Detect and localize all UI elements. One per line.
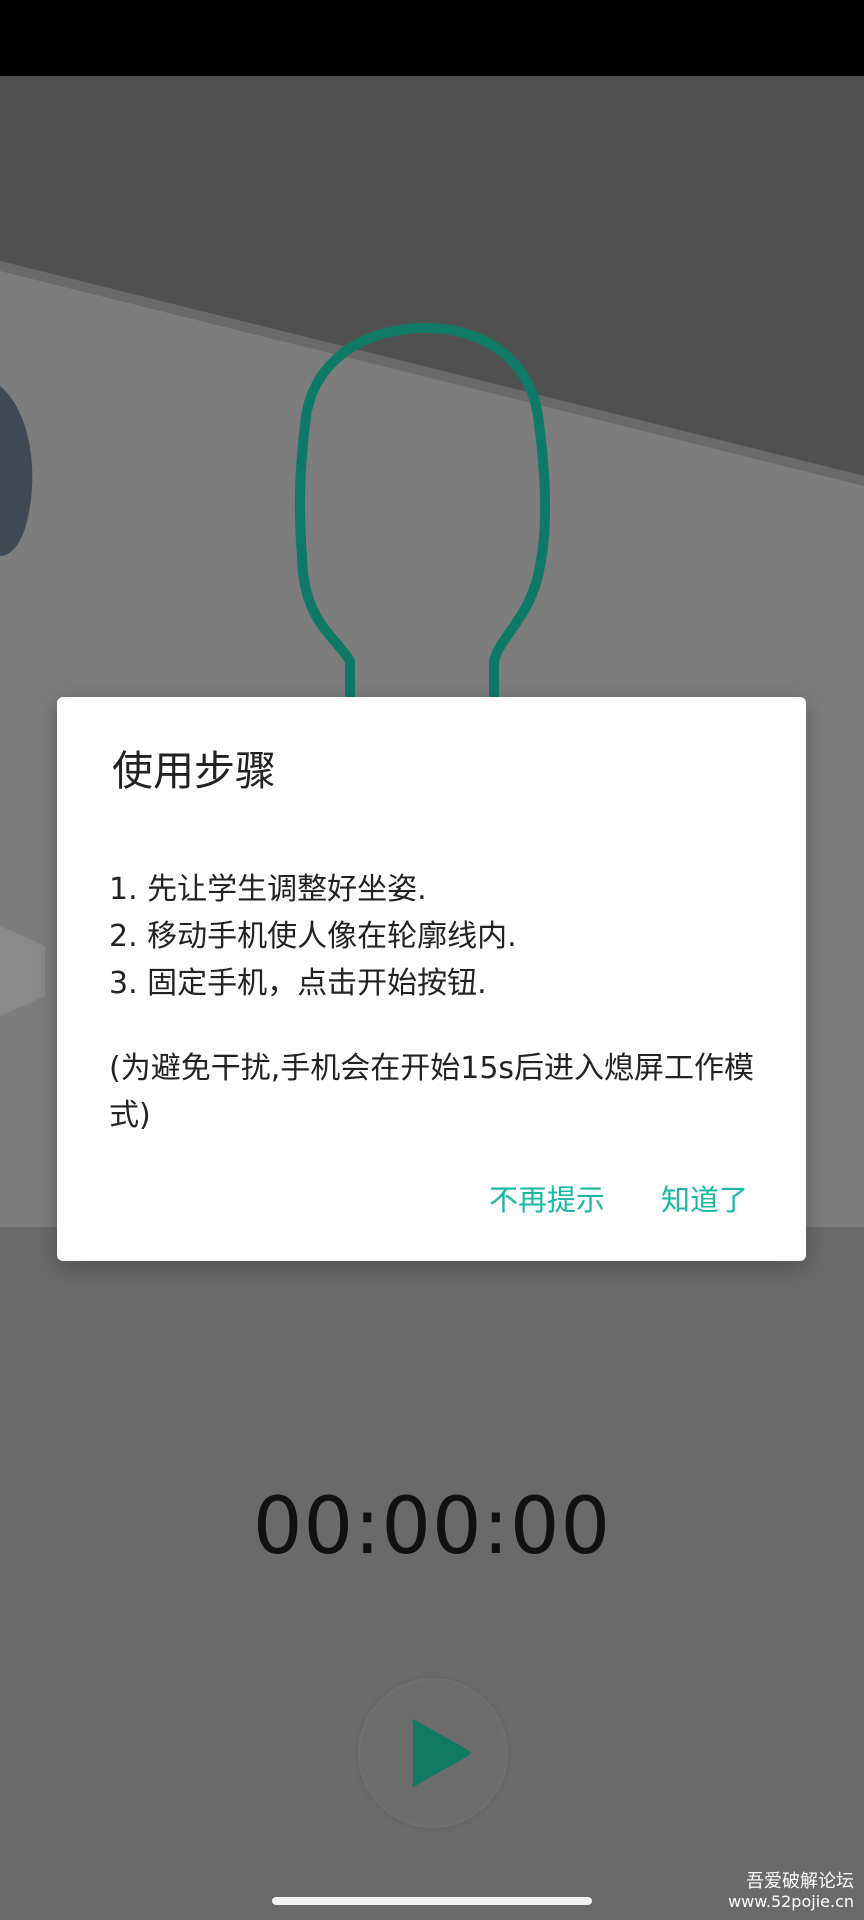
dont-show-again-button[interactable]: 不再提示 bbox=[489, 1177, 605, 1219]
start-button[interactable] bbox=[358, 1678, 508, 1828]
usage-steps-dialog: 使用步骤 1. 先让学生调整好坐姿. 2. 移动手机使人像在轮廓线内. 3. 固… bbox=[57, 697, 806, 1261]
got-it-button[interactable]: 知道了 bbox=[661, 1177, 748, 1219]
watermark-name: 吾爱破解论坛 bbox=[746, 1871, 854, 1892]
step-item: 1. 先让学生调整好坐姿. bbox=[109, 872, 427, 907]
step-item: 3. 固定手机，点击开始按钮. bbox=[109, 966, 487, 1001]
watermark: 吾爱破解论坛 www.52pojie.cn bbox=[728, 1871, 854, 1911]
dialog-title: 使用步骤 bbox=[112, 747, 276, 795]
status-bar bbox=[0, 0, 864, 76]
home-indicator[interactable] bbox=[272, 1897, 592, 1905]
play-icon bbox=[411, 1719, 471, 1787]
dialog-note: (为避免干扰,手机会在开始15s后进入熄屏工作模式) bbox=[109, 1051, 755, 1133]
step-item: 2. 移动手机使人像在轮廓线内. bbox=[109, 919, 517, 954]
watermark-url: www.52pojie.cn bbox=[728, 1891, 854, 1911]
timer-display: 00:00:00 bbox=[252, 1482, 612, 1572]
screen: 00:00:00 使用步骤 1. 先让学生调整好坐姿. 2. 移动手机使人像在轮… bbox=[0, 0, 864, 1920]
